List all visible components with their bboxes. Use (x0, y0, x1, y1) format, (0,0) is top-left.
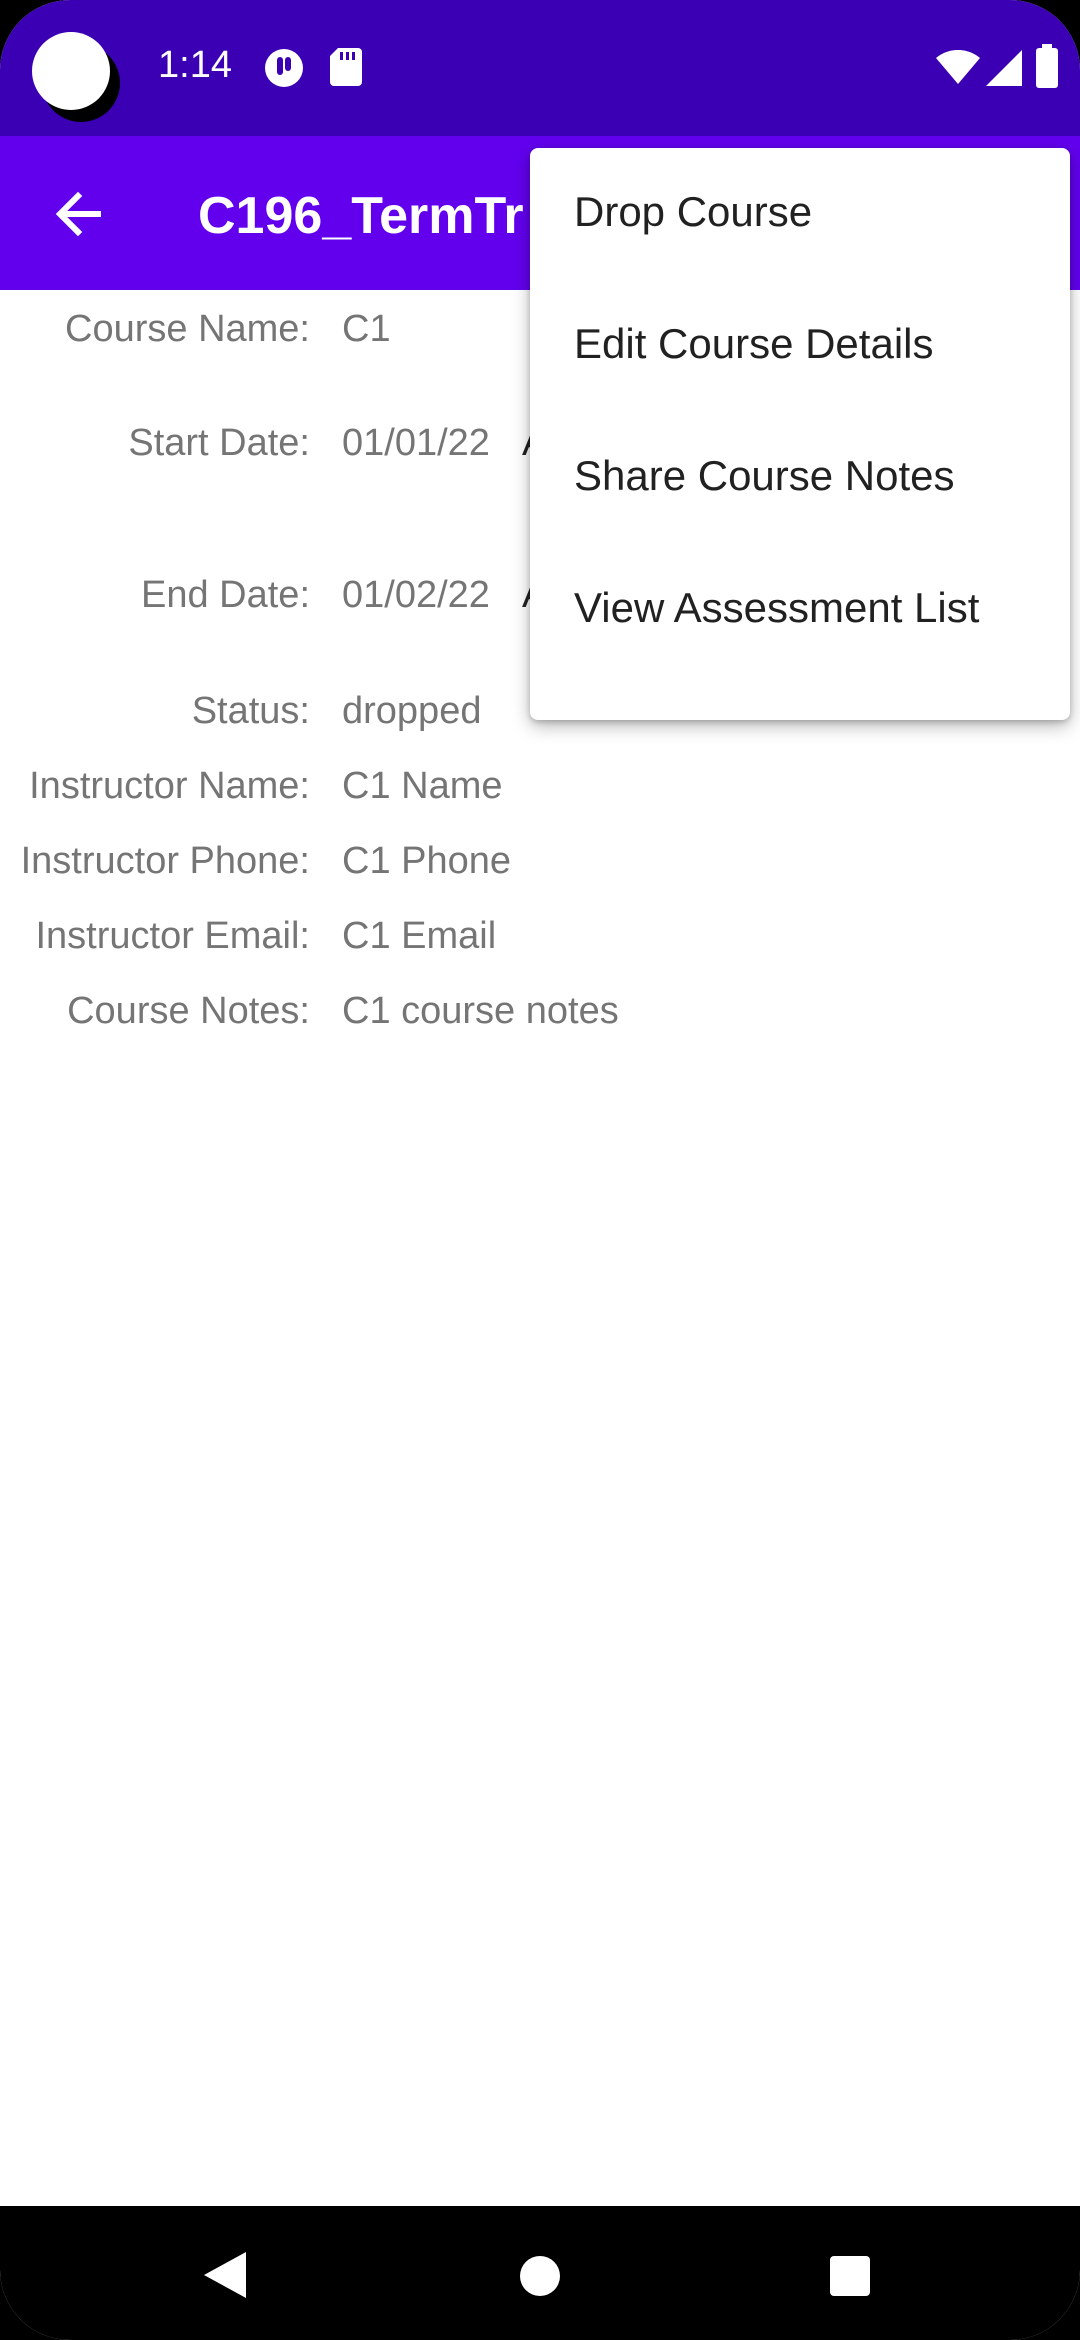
instructor-phone-label: Instructor Phone: (20, 840, 310, 882)
course-name-label: Course Name: (65, 308, 310, 350)
status-value: dropped (342, 690, 482, 732)
menu-item-label: Drop Course (574, 188, 813, 235)
battery-icon (1036, 44, 1058, 88)
instructor-email-value: C1 Email (342, 915, 497, 957)
course-notes-label: Course Notes: (67, 990, 310, 1032)
back-triangle-icon[interactable] (204, 2252, 246, 2298)
screen: 1:14 C196_TermTr Course Name: C1 Start D… (0, 0, 1080, 2340)
arrow-left-icon[interactable] (48, 184, 108, 244)
instructor-name-row: Instructor Name: C1 Name (0, 765, 1080, 825)
start-date-value: 01/01/22 (342, 422, 490, 464)
instructor-name-label: Instructor Name: (29, 765, 310, 807)
status-time: 1:14 (158, 44, 232, 86)
menu-item-view-assessment-list[interactable]: View Assessment List (530, 544, 1070, 676)
page-title: C196_TermTr (198, 187, 524, 245)
menu-item-edit-course-details[interactable]: Edit Course Details (530, 280, 1070, 412)
wifi-icon (936, 50, 980, 84)
course-notes-value: C1 course notes (342, 990, 619, 1032)
info-badge-icon (265, 49, 303, 87)
instructor-email-row: Instructor Email: C1 Email (0, 915, 1080, 975)
instructor-phone-row: Instructor Phone: C1 Phone (0, 840, 1080, 900)
sd-card-icon (330, 48, 362, 86)
camera-cutout (32, 32, 110, 110)
start-date-label: Start Date: (128, 422, 310, 464)
menu-item-drop-course[interactable]: Drop Course (530, 148, 1070, 280)
home-circle-icon[interactable] (520, 2256, 560, 2296)
menu-item-label: View Assessment List (574, 584, 980, 631)
course-name-value: C1 (342, 308, 391, 350)
status-bar: 1:14 (0, 0, 1080, 136)
end-date-label: End Date: (141, 574, 310, 616)
recents-square-icon[interactable] (830, 2256, 870, 2296)
instructor-name-value: C1 Name (342, 765, 503, 807)
status-label: Status: (191, 690, 310, 732)
menu-item-label: Share Course Notes (574, 452, 955, 499)
signal-icon (986, 50, 1022, 86)
instructor-phone-value: C1 Phone (342, 840, 512, 882)
end-date-value: 01/02/22 (342, 574, 490, 616)
navigation-bar (0, 2206, 1080, 2340)
instructor-email-label: Instructor Email: (35, 915, 310, 957)
menu-item-share-course-notes[interactable]: Share Course Notes (530, 412, 1070, 544)
overflow-menu: Drop Course Edit Course Details Share Co… (530, 148, 1070, 720)
menu-item-label: Edit Course Details (574, 320, 934, 367)
course-notes-row: Course Notes: C1 course notes (0, 990, 1080, 1050)
